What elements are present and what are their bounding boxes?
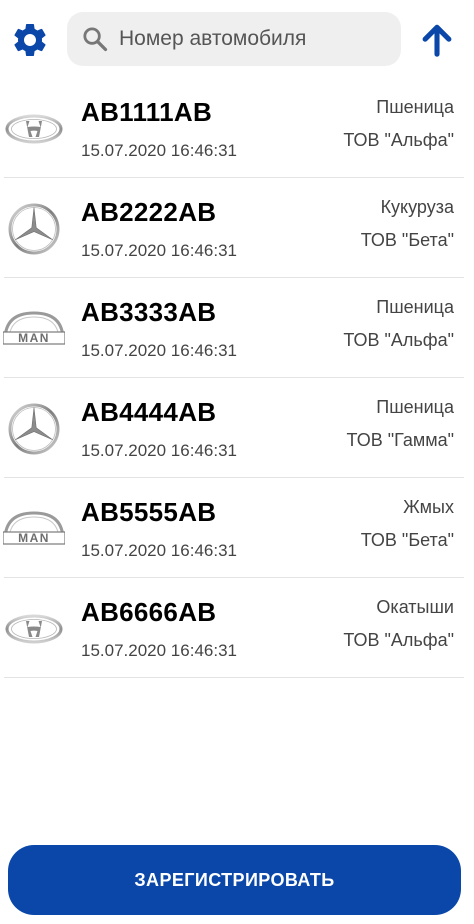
vehicle-list: AB1111AB 15.07.2020 16:46:31 Пшеница ТОВ "А… [0, 78, 474, 678]
vehicle-datetime: 15.07.2020 16:46:31 [81, 541, 237, 560]
vehicle-company: ТОВ "Гамма" [346, 430, 454, 450]
search-input[interactable] [119, 12, 389, 66]
vehicle-company: ТОВ "Альфа" [343, 630, 454, 650]
vehicle-plate: AB2222AB [81, 197, 217, 227]
vehicle-cargo: Пшеница [376, 397, 454, 417]
vehicle-list-item[interactable]: AB6666AB 15.07.2020 16:46:31 Окатыши ТОВ "А… [0, 578, 474, 678]
man-logo-icon: MAN [2, 298, 66, 360]
hyundai-logo-icon [3, 98, 65, 160]
mercedes-logo-icon [3, 398, 65, 460]
vehicle-company: ТОВ "Альфа" [343, 330, 454, 350]
register-button[interactable]: ЗАРЕГИСТРИРОВАТЬ [8, 845, 461, 915]
vehicle-company: ТОВ "Альфа" [343, 130, 454, 150]
search-icon [81, 25, 109, 53]
vehicle-list-item[interactable]: MAN AB3333AB 15.07.2020 16:46:31 Пшеница ТОВ… [0, 278, 474, 378]
vehicle-datetime: 15.07.2020 16:46:31 [81, 641, 237, 660]
vehicle-plate: AB4444AB [81, 397, 217, 427]
arrow-up-icon[interactable] [418, 20, 456, 60]
vehicle-cargo: Окатыши [376, 597, 454, 617]
vehicle-cargo: Жмых [403, 497, 454, 517]
vehicle-list-item[interactable]: MAN AB5555AB 15.07.2020 16:46:31 Жмых ТОВ "Б… [0, 478, 474, 578]
svg-text:MAN: MAN [18, 531, 50, 545]
search-bar[interactable] [67, 12, 401, 66]
top-bar [0, 0, 474, 78]
vehicle-list-item[interactable]: AB1111AB 15.07.2020 16:46:31 Пшеница ТОВ "А… [0, 78, 474, 178]
vehicle-datetime: 15.07.2020 16:46:31 [81, 141, 237, 160]
vehicle-datetime: 15.07.2020 16:46:31 [81, 341, 237, 360]
vehicle-company: ТОВ "Бета" [360, 530, 454, 550]
vehicle-cargo: Пшеница [376, 297, 454, 317]
vehicle-cargo: Пшеница [376, 97, 454, 117]
svg-text:MAN: MAN [18, 331, 50, 345]
vehicle-list-item[interactable]: AB4444AB 15.07.2020 16:46:31 Пшеница ТОВ "Г… [0, 378, 474, 478]
man-logo-icon: MAN [2, 498, 66, 560]
mercedes-logo-icon [3, 198, 65, 260]
vehicle-plate: AB5555AB [81, 497, 217, 527]
vehicle-company: ТОВ "Бета" [360, 230, 454, 250]
vehicle-datetime: 15.07.2020 16:46:31 [81, 441, 237, 460]
vehicle-list-item[interactable]: AB2222AB 15.07.2020 16:46:31 Кукуруза ТОВ "… [0, 178, 474, 278]
vehicle-plate: AB6666AB [81, 597, 217, 627]
vehicle-datetime: 15.07.2020 16:46:31 [81, 241, 237, 260]
vehicle-cargo: Кукуруза [380, 197, 454, 217]
vehicle-plate: AB1111AB [81, 97, 213, 127]
hyundai-logo-icon [3, 598, 65, 660]
vehicle-plate: AB3333AB [81, 297, 217, 327]
gear-icon[interactable] [10, 20, 50, 60]
